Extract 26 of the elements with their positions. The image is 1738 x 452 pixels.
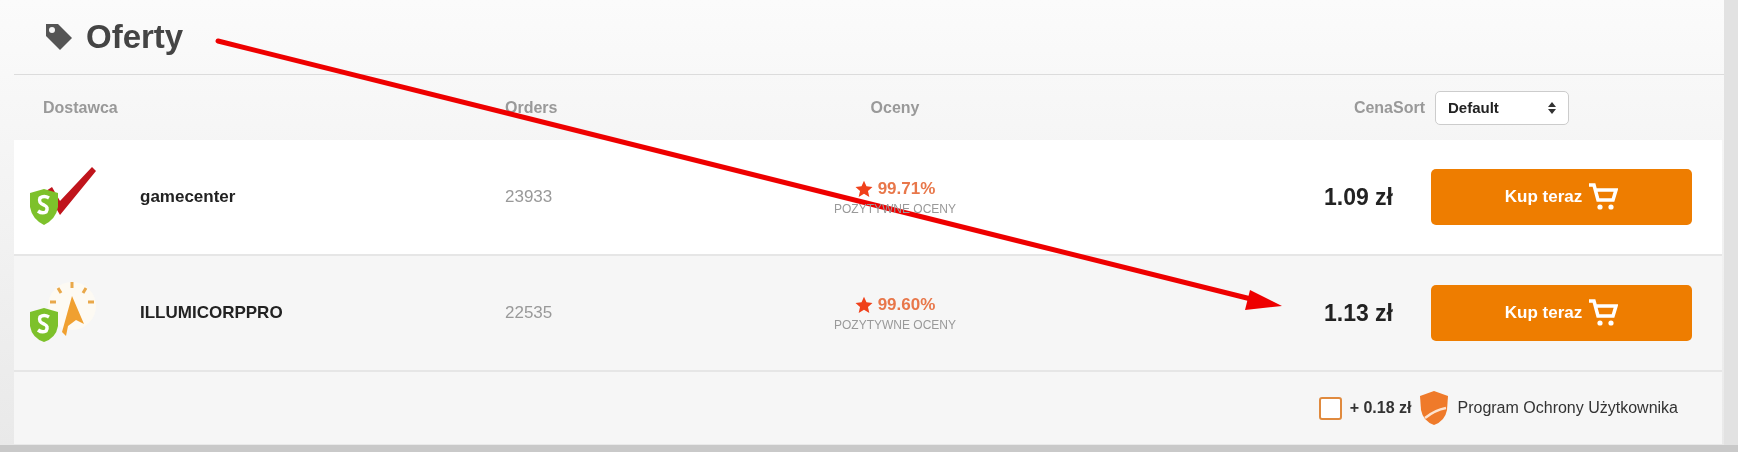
protection-label: Program Ochrony Użytkownika (1457, 399, 1678, 417)
orders-count: 22535 (505, 303, 554, 323)
price: 1.09 zł (1323, 183, 1393, 211)
sort-dropdown[interactable]: Default (1435, 90, 1569, 125)
supplier-name[interactable]: gamecenter (140, 187, 505, 207)
rating-percent: 99.60% (877, 294, 936, 315)
checkbox[interactable] (1318, 396, 1342, 420)
cart-icon (1588, 299, 1619, 327)
cart-icon (1588, 183, 1619, 211)
rating-label: POZYTYWNE OCENY (834, 317, 956, 332)
tag-icon (44, 22, 74, 52)
section-title: Oferty (86, 18, 184, 56)
updown-caret-icon (1548, 101, 1556, 114)
shield-icon (1419, 390, 1450, 426)
star-icon (854, 295, 873, 314)
supplier-name[interactable]: ILLUMICORPPRO (140, 303, 505, 323)
column-header: Dostawca (43, 98, 119, 117)
orders-count: 23933 (505, 187, 554, 207)
price: 1.13 zł (1323, 299, 1393, 327)
column-header: Oceny (870, 98, 920, 117)
protection-price: + 0.18 zł (1349, 399, 1412, 417)
column-header: Cena (1353, 98, 1393, 117)
column-header: Orders (505, 98, 559, 117)
rating-percent: 99.71% (877, 178, 936, 199)
sort-label: Sort (1393, 98, 1425, 117)
star-icon (854, 179, 873, 198)
